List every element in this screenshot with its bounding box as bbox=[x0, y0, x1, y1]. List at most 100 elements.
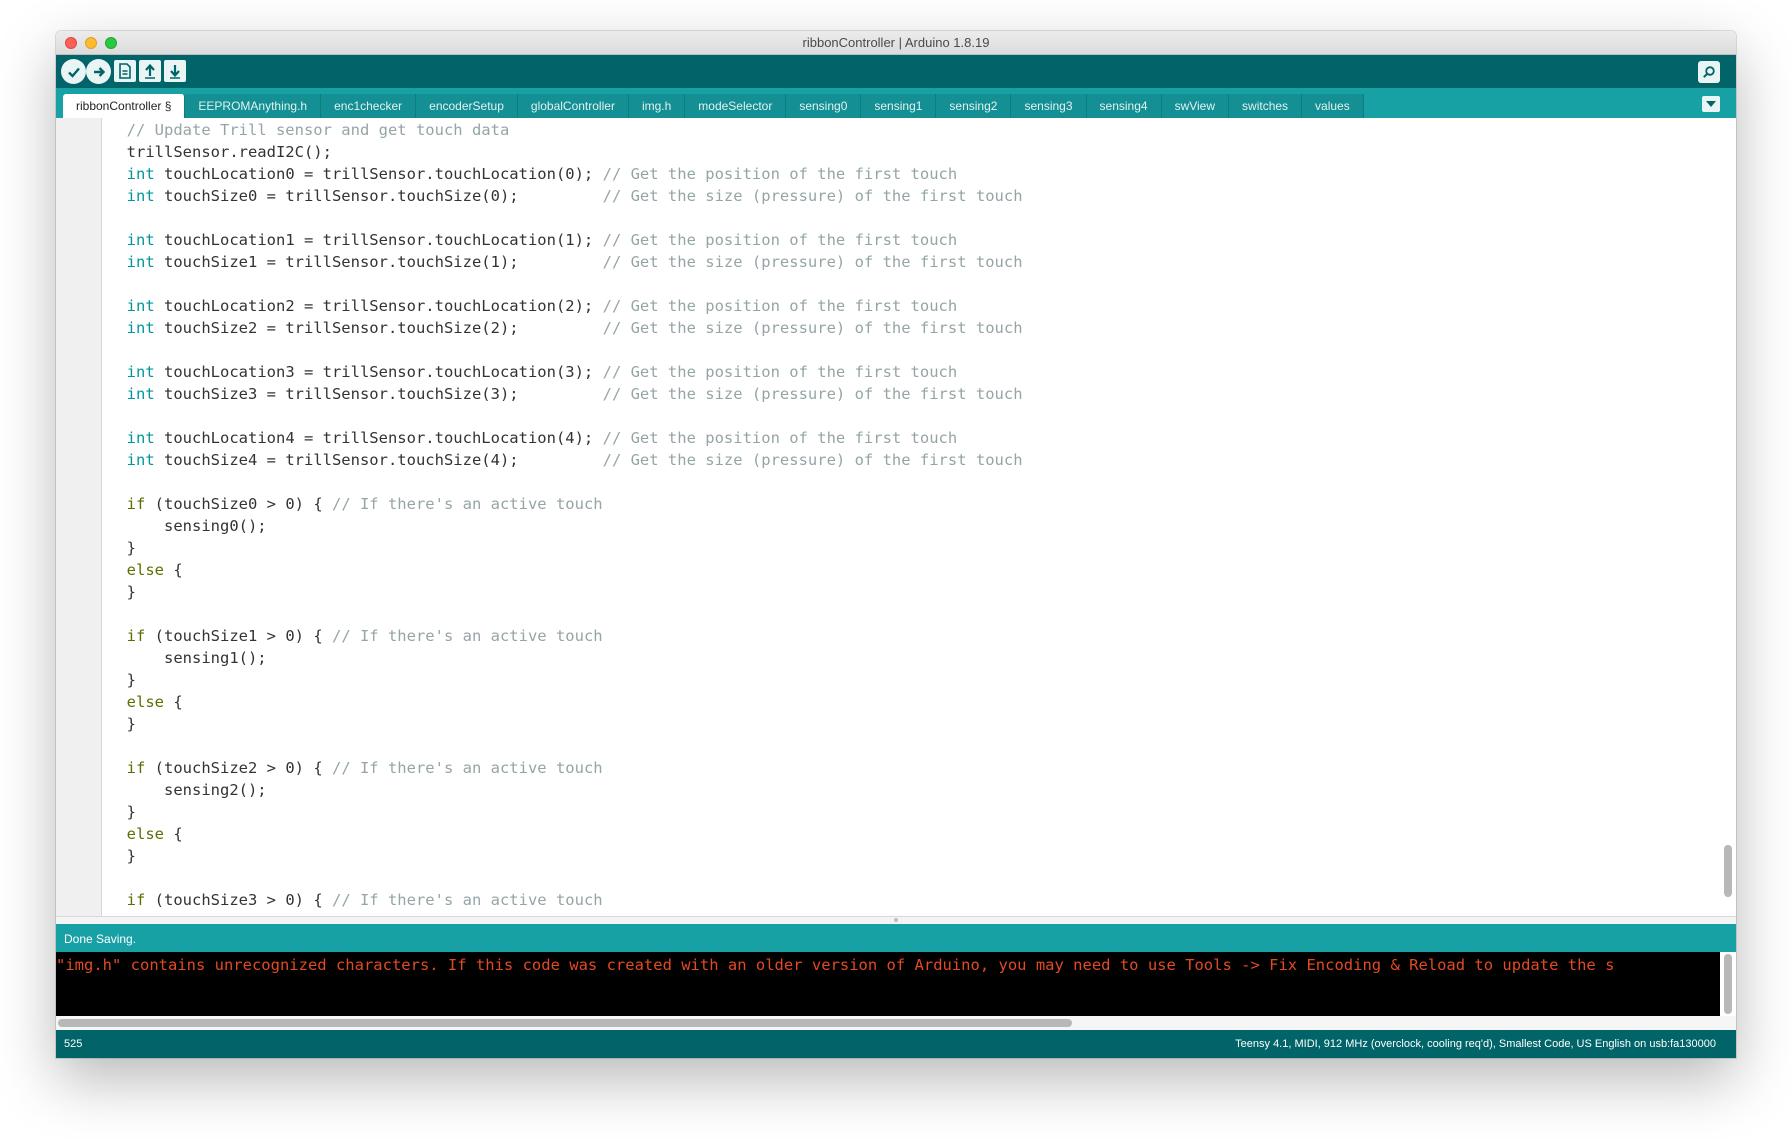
toolbar bbox=[56, 55, 1736, 88]
code-line: 489 int touchLocation2 = trillSensor.tou… bbox=[102, 295, 1720, 317]
code-line: 486 int touchLocation1 = trillSensor.tou… bbox=[102, 229, 1720, 251]
line-code: int touchLocation4 = trillSensor.touchLo… bbox=[126, 429, 958, 447]
line-code: } bbox=[108, 847, 136, 865]
line-code: sensing2(); bbox=[108, 781, 267, 799]
code-line: 511 sensing2(); bbox=[102, 779, 1720, 801]
code-line: 495 int touchLocation4 = trillSensor.tou… bbox=[102, 427, 1720, 449]
code-line: 496 int touchSize4 = trillSensor.touchSi… bbox=[102, 449, 1720, 471]
code-line: 510 if (touchSize2 > 0) { // If there's … bbox=[102, 757, 1720, 779]
console-vertical-scrollbar[interactable] bbox=[1720, 952, 1736, 1016]
tab-eepromanything-h[interactable]: EEPROMAnything.h bbox=[185, 94, 322, 118]
verify-button[interactable] bbox=[61, 59, 86, 84]
status-bar: Done Saving. bbox=[56, 924, 1736, 952]
code-line: 505 sensing1(); bbox=[102, 647, 1720, 669]
code-line: 494 bbox=[102, 405, 1720, 427]
code-line: 481 // Update Trill sensor and get touch… bbox=[102, 119, 1720, 141]
tab-modeselector[interactable]: modeSelector bbox=[685, 94, 787, 118]
code-line: 492 int touchLocation3 = trillSensor.tou… bbox=[102, 361, 1720, 383]
tab-globalcontroller[interactable]: globalController bbox=[517, 94, 629, 118]
open-arrow-up-icon bbox=[145, 63, 155, 79]
code-line: 483 int touchLocation0 = trillSensor.tou… bbox=[102, 163, 1720, 185]
tab-ribboncontroller[interactable]: ribbonController § bbox=[63, 94, 186, 118]
code-line: 499 sensing0(); bbox=[102, 515, 1720, 537]
line-code: // Update Trill sensor and get touch dat… bbox=[126, 121, 510, 139]
title-bar: ribbonController | Arduino 1.8.19 bbox=[56, 31, 1736, 55]
line-code: int touchSize0 = trillSensor.touchSize(0… bbox=[126, 187, 1023, 205]
code-line: 503 bbox=[102, 603, 1720, 625]
code-line: 493 int touchSize3 = trillSensor.touchSi… bbox=[102, 383, 1720, 405]
line-code: sensing1(); bbox=[108, 649, 267, 667]
board-info: Teensy 4.1, MIDI, 912 MHz (overclock, co… bbox=[1235, 1038, 1716, 1050]
code-line: 500 } bbox=[102, 537, 1720, 559]
code-line: 504 if (touchSize1 > 0) { // If there's … bbox=[102, 625, 1720, 647]
console-scroll-thumb[interactable] bbox=[1724, 954, 1732, 1014]
tab-menu-button[interactable] bbox=[1702, 96, 1720, 112]
line-code: if (touchSize0 > 0) { // If there's an a… bbox=[126, 495, 603, 513]
tab-sensing3[interactable]: sensing3 bbox=[1011, 94, 1087, 118]
code-text-area[interactable]: 481 // Update Trill sensor and get touch… bbox=[102, 119, 1720, 911]
open-sketch-button[interactable] bbox=[139, 60, 161, 82]
line-code: int touchSize2 = trillSensor.touchSize(2… bbox=[126, 319, 1023, 337]
upload-button[interactable] bbox=[86, 59, 111, 84]
code-line: 506 } bbox=[102, 669, 1720, 691]
line-code: } bbox=[108, 583, 136, 601]
code-line: 498 if (touchSize0 > 0) { // If there's … bbox=[102, 493, 1720, 515]
code-line: 482 trillSensor.readI2C(); bbox=[102, 141, 1720, 163]
tab-bar: ribbonController § EEPROMAnything.h enc1ch… bbox=[56, 88, 1736, 118]
console-message: "img.h" contains unrecognized characters… bbox=[56, 956, 1615, 974]
code-line: 487 int touchSize1 = trillSensor.touchSi… bbox=[102, 251, 1720, 273]
code-line: 497 bbox=[102, 471, 1720, 493]
tab-enc1checker[interactable]: enc1checker bbox=[321, 94, 417, 118]
code-line: 508 } bbox=[102, 713, 1720, 735]
line-code: trillSensor.readI2C(); bbox=[108, 143, 332, 161]
code-line: 488 bbox=[102, 273, 1720, 295]
line-code: } bbox=[108, 715, 136, 733]
code-line: 501 else { bbox=[102, 559, 1720, 581]
window-title: ribbonController | Arduino 1.8.19 bbox=[802, 35, 990, 50]
code-editor[interactable]: 481 // Update Trill sensor and get touch… bbox=[56, 118, 1736, 916]
line-code: sensing0(); bbox=[108, 517, 267, 535]
line-code: int touchSize3 = trillSensor.touchSize(3… bbox=[126, 385, 1023, 403]
splitter-grip bbox=[894, 918, 898, 922]
new-file-icon bbox=[119, 63, 131, 79]
checkmark-icon bbox=[67, 67, 80, 78]
line-code: if (touchSize2 > 0) { // If there's an a… bbox=[126, 759, 603, 777]
status-message: Done Saving. bbox=[64, 932, 137, 946]
code-line: 484 int touchSize0 = trillSensor.touchSi… bbox=[102, 185, 1720, 207]
new-sketch-button[interactable] bbox=[114, 60, 136, 82]
code-line: 514 } bbox=[102, 845, 1720, 867]
line-code: else { bbox=[126, 693, 183, 711]
tab-sensing4[interactable]: sensing4 bbox=[1086, 94, 1162, 118]
arrow-right-icon bbox=[93, 66, 105, 77]
line-code: int touchLocation3 = trillSensor.touchLo… bbox=[126, 363, 958, 381]
tab-switches[interactable]: switches bbox=[1229, 94, 1303, 118]
serial-monitor-button[interactable] bbox=[1698, 61, 1720, 83]
tab-sensing1[interactable]: sensing1 bbox=[861, 94, 937, 118]
line-code: } bbox=[108, 671, 136, 689]
line-code: } bbox=[108, 539, 136, 557]
line-code: int touchSize1 = trillSensor.touchSize(1… bbox=[126, 253, 1023, 271]
code-line: 509 bbox=[102, 735, 1720, 757]
editor-vertical-scrollbar[interactable] bbox=[1722, 118, 1734, 916]
tab-img-h[interactable]: img.h bbox=[628, 94, 686, 118]
line-code: if (touchSize3 > 0) { // If there's an a… bbox=[126, 891, 603, 909]
tab-swview[interactable]: swView bbox=[1161, 94, 1230, 118]
editor-console-splitter[interactable] bbox=[56, 916, 1736, 924]
save-arrow-down-icon bbox=[170, 65, 180, 79]
code-line: 515 bbox=[102, 867, 1720, 889]
tab-encodersetup[interactable]: encoderSetup bbox=[416, 94, 518, 118]
code-line: 491 bbox=[102, 339, 1720, 361]
editor-scroll-thumb[interactable] bbox=[1724, 845, 1732, 897]
line-number-gutter bbox=[56, 118, 102, 916]
chevron-down-icon bbox=[1706, 101, 1716, 107]
tab-values[interactable]: values bbox=[1302, 94, 1364, 118]
console-horizontal-scroll-thumb[interactable] bbox=[58, 1019, 1072, 1027]
console-output[interactable]: "img.h" contains unrecognized characters… bbox=[56, 952, 1720, 1016]
console-horizontal-scrollbar[interactable] bbox=[56, 1016, 1736, 1030]
tab-list: ribbonController § EEPROMAnything.h enc1ch… bbox=[63, 94, 1364, 118]
line-code: int touchLocation0 = trillSensor.touchLo… bbox=[126, 165, 958, 183]
save-sketch-button[interactable] bbox=[164, 60, 186, 82]
tab-sensing2[interactable]: sensing2 bbox=[936, 94, 1012, 118]
tab-sensing0[interactable]: sensing0 bbox=[786, 94, 862, 118]
code-line: 490 int touchSize2 = trillSensor.touchSi… bbox=[102, 317, 1720, 339]
